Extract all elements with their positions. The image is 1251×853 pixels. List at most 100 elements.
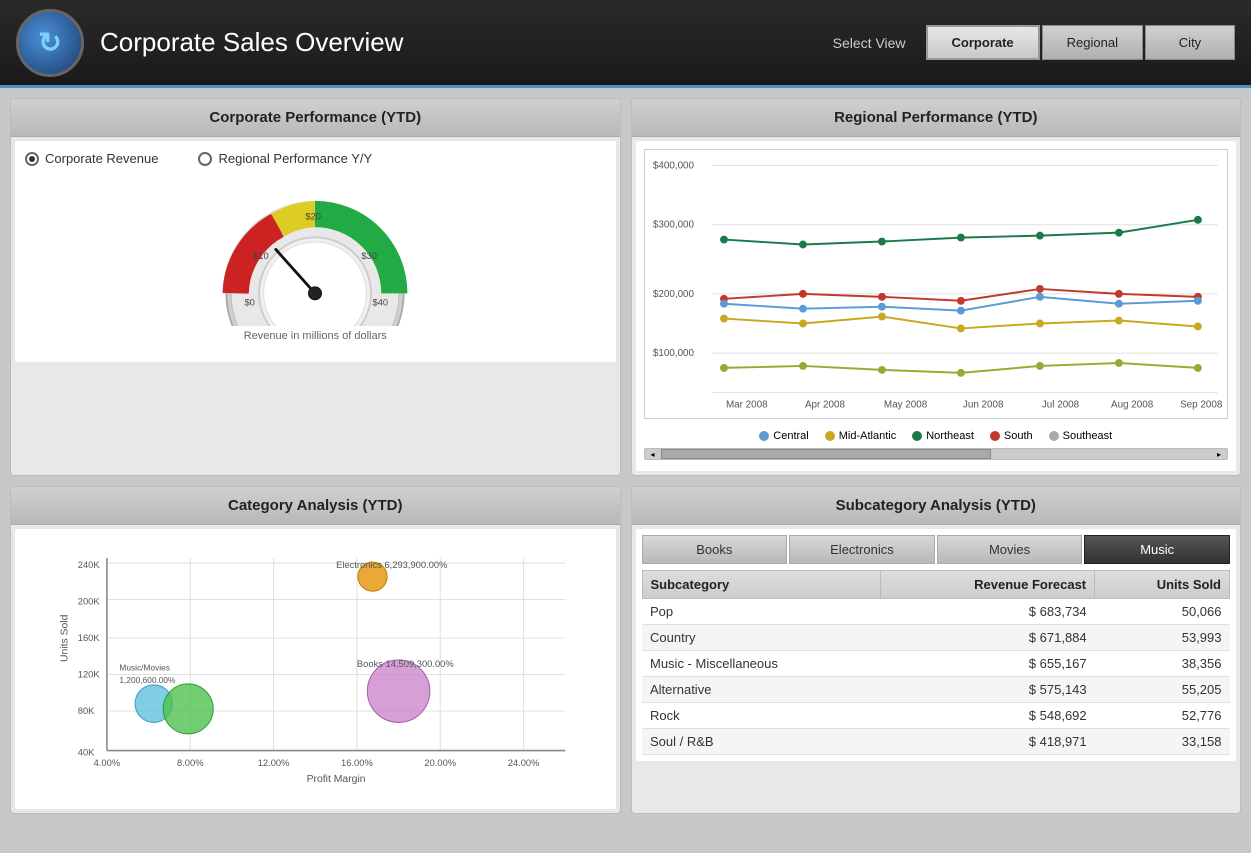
radio-corporate-revenue[interactable]: Corporate Revenue <box>25 151 158 166</box>
cell-units: 33,158 <box>1095 729 1230 755</box>
svg-text:80K: 80K <box>78 706 95 716</box>
table-row: Rock $ 548,692 52,776 <box>642 703 1230 729</box>
svg-text:Mar 2008: Mar 2008 <box>725 399 767 410</box>
svg-text:$30: $30 <box>362 251 378 261</box>
cell-units: 55,205 <box>1095 677 1230 703</box>
cell-units: 53,993 <box>1095 625 1230 651</box>
cell-units: 52,776 <box>1095 703 1230 729</box>
cell-subcategory: Pop <box>642 599 881 625</box>
legend-dot-midatlantic <box>825 431 835 441</box>
cell-subcategory: Alternative <box>642 677 881 703</box>
cell-revenue: $ 548,692 <box>881 703 1095 729</box>
svg-text:$300,000: $300,000 <box>652 220 694 231</box>
svg-text:$100,000: $100,000 <box>652 348 694 359</box>
view-btn-regional[interactable]: Regional <box>1042 25 1143 60</box>
svg-text:$40: $40 <box>373 297 389 307</box>
table-row: Country $ 671,884 53,993 <box>642 625 1230 651</box>
regional-chart-svg: $400,000 $300,000 $200,000 $100,000 Mar … <box>644 149 1229 419</box>
tab-music[interactable]: Music <box>1084 535 1230 564</box>
svg-text:Books 14,509,300.00%: Books 14,509,300.00% <box>357 659 454 669</box>
legend-dot-northeast <box>912 431 922 441</box>
legend-dot-central <box>759 431 769 441</box>
main-content: Corporate Performance (YTD) Corporate Re… <box>0 88 1251 824</box>
radio-regional-performance[interactable]: Regional Performance Y/Y <box>198 151 372 166</box>
subcategory-analysis-body: Books Electronics Movies Music Subcatego… <box>636 529 1237 761</box>
svg-text:Music/Movies: Music/Movies <box>119 662 169 672</box>
gauge-container: $0 $10 $20 $30 $40 Revenue in millions o… <box>25 176 606 352</box>
cell-revenue: $ 683,734 <box>881 599 1095 625</box>
corp-performance-panel: Corporate Performance (YTD) Corporate Re… <box>10 98 621 476</box>
subcategory-table: Subcategory Revenue Forecast Units Sold … <box>642 570 1231 755</box>
svg-text:Profit Margin: Profit Margin <box>307 774 366 785</box>
category-analysis-title: Category Analysis (YTD) <box>11 487 620 525</box>
svg-text:Sep 2008: Sep 2008 <box>1180 399 1223 410</box>
legend-label-midatlantic: Mid-Atlantic <box>839 430 896 442</box>
view-btn-city[interactable]: City <box>1145 25 1235 60</box>
logo: ↻ <box>16 9 84 77</box>
legend-label-central: Central <box>773 430 808 442</box>
radio-circle-regional <box>198 152 212 166</box>
regional-performance-body: $400,000 $300,000 $200,000 $100,000 Mar … <box>636 141 1237 471</box>
legend-northeast: Northeast <box>912 430 974 442</box>
scrollbar-left-arrow[interactable]: ◂ <box>645 449 661 459</box>
radio-label-regional: Regional Performance Y/Y <box>218 151 372 166</box>
tab-books[interactable]: Books <box>642 535 788 564</box>
view-btn-corporate[interactable]: Corporate <box>926 25 1040 60</box>
regional-performance-panel: Regional Performance (YTD) $400,000 $300… <box>631 98 1242 476</box>
radio-circle-corporate <box>25 152 39 166</box>
cell-subcategory: Country <box>642 625 881 651</box>
table-row: Alternative $ 575,143 55,205 <box>642 677 1230 703</box>
svg-text:20.00%: 20.00% <box>424 758 456 768</box>
scrollbar-track <box>661 449 1212 459</box>
col-header-units: Units Sold <box>1095 571 1230 599</box>
tab-electronics[interactable]: Electronics <box>789 535 935 564</box>
tab-movies[interactable]: Movies <box>937 535 1083 564</box>
cell-subcategory: Music - Miscellaneous <box>642 651 881 677</box>
svg-text:Units Sold: Units Sold <box>59 614 70 662</box>
cell-units: 50,066 <box>1095 599 1230 625</box>
scrollbar-thumb[interactable] <box>661 449 991 459</box>
table-row: Soul / R&B $ 418,971 33,158 <box>642 729 1230 755</box>
select-view-label: Select View <box>833 35 906 51</box>
category-analysis-body: Units Sold 40K 80K 120K 160K 200K 240K <box>15 529 616 809</box>
svg-text:240K: 240K <box>78 560 101 570</box>
svg-text:$200,000: $200,000 <box>652 289 694 300</box>
cell-revenue: $ 418,971 <box>881 729 1095 755</box>
category-analysis-panel: Category Analysis (YTD) Units Sold 40K 8… <box>10 486 621 814</box>
cell-units: 38,356 <box>1095 651 1230 677</box>
gauge-svg: $0 $10 $20 $30 $40 <box>205 186 425 326</box>
cell-revenue: $ 575,143 <box>881 677 1095 703</box>
radio-options: Corporate Revenue Regional Performance Y… <box>25 151 606 166</box>
svg-text:160K: 160K <box>78 633 101 643</box>
header: ↻ Corporate Sales Overview Select View C… <box>0 0 1251 88</box>
chart-scrollbar[interactable]: ◂ ▸ <box>644 448 1229 460</box>
bubble-books <box>367 660 430 723</box>
chart-legend: Central Mid-Atlantic Northeast South Sou… <box>644 424 1229 442</box>
svg-text:Jul 2008: Jul 2008 <box>1041 399 1079 410</box>
svg-text:4.00%: 4.00% <box>94 758 121 768</box>
svg-text:40K: 40K <box>78 748 95 758</box>
cell-subcategory: Soul / R&B <box>642 729 881 755</box>
table-header-row: Subcategory Revenue Forecast Units Sold <box>642 571 1230 599</box>
corp-performance-body: Corporate Revenue Regional Performance Y… <box>15 141 616 362</box>
svg-text:$20: $20 <box>306 212 322 222</box>
legend-label-southeast: Southeast <box>1063 430 1113 442</box>
svg-text:200K: 200K <box>78 597 101 607</box>
svg-text:$400,000: $400,000 <box>652 160 694 171</box>
legend-label-northeast: Northeast <box>926 430 974 442</box>
scrollbar-right-arrow[interactable]: ▸ <box>1211 449 1227 459</box>
bubble-books-green <box>163 684 213 734</box>
cell-subcategory: Rock <box>642 703 881 729</box>
svg-text:8.00%: 8.00% <box>177 758 204 768</box>
svg-text:$0: $0 <box>245 297 255 307</box>
subcategory-analysis-title: Subcategory Analysis (YTD) <box>632 487 1241 525</box>
table-row: Pop $ 683,734 50,066 <box>642 599 1230 625</box>
logo-arrow-icon: ↻ <box>38 26 61 59</box>
legend-southeast: Southeast <box>1049 430 1113 442</box>
app-title: Corporate Sales Overview <box>100 27 833 58</box>
corp-performance-title: Corporate Performance (YTD) <box>11 99 620 137</box>
svg-text:Electronics 6,293,900.00%: Electronics 6,293,900.00% <box>336 560 447 570</box>
view-buttons: Corporate Regional City <box>926 25 1235 60</box>
subcategory-tabs: Books Electronics Movies Music <box>642 535 1231 564</box>
radio-label-corporate: Corporate Revenue <box>45 151 158 166</box>
